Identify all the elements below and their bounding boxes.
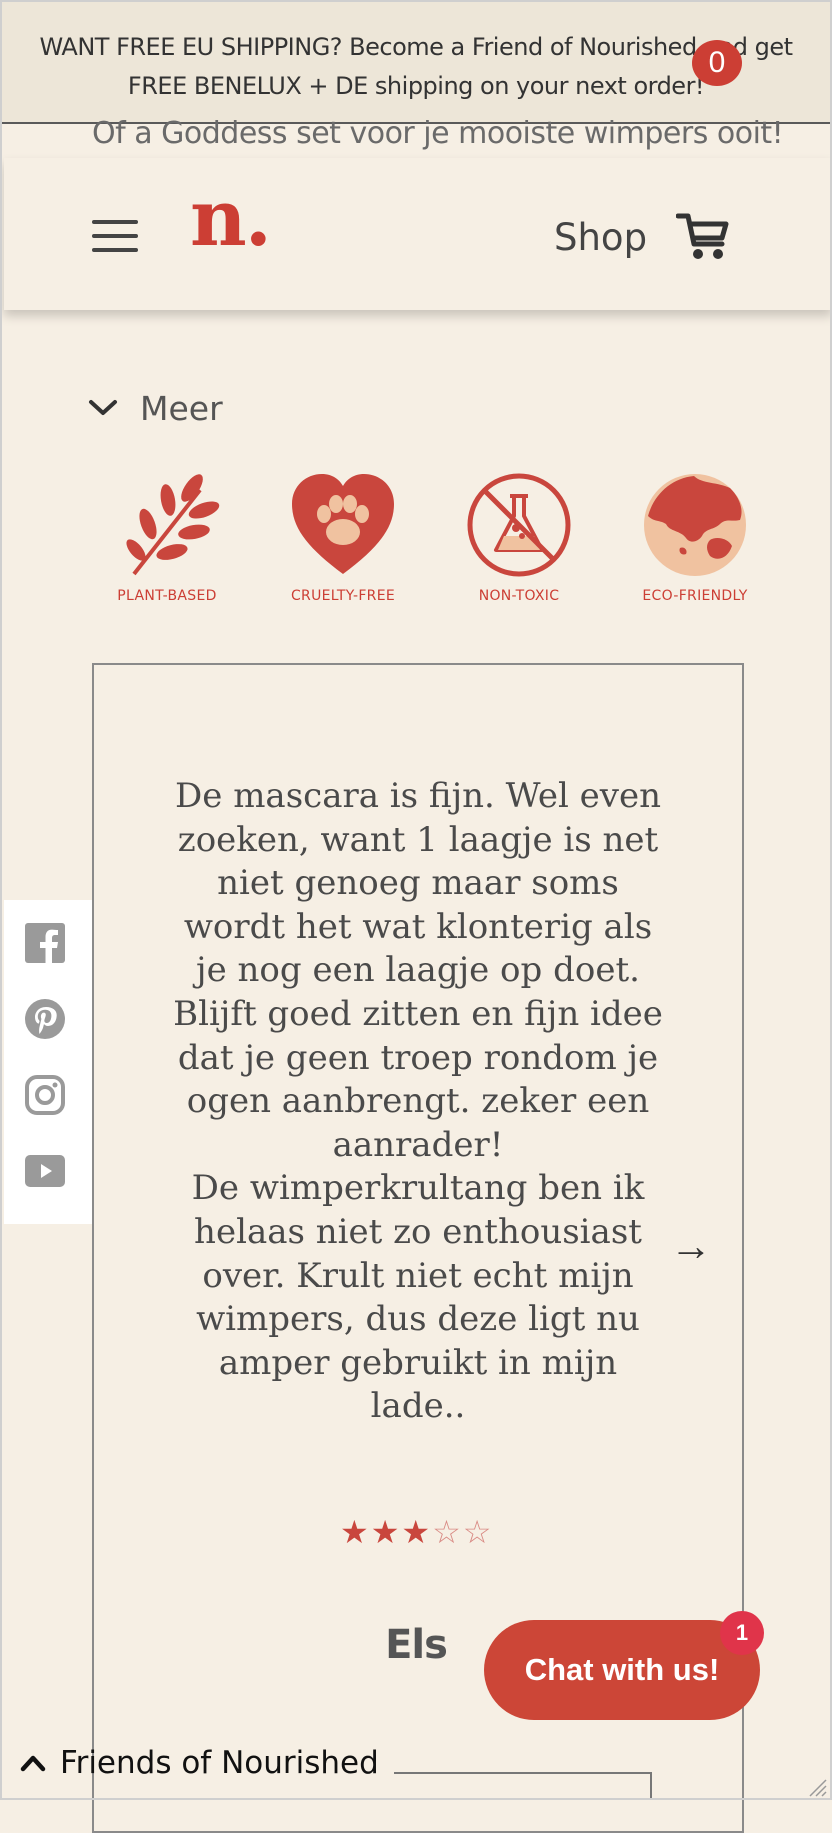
star-filled-icon: ★ [340,1514,369,1550]
announcement-text: WANT FREE EU SHIPPING? Become a Friend o… [39,33,793,100]
cart-count-badge: 0 [692,40,742,86]
cart-icon[interactable] [676,210,732,262]
badge-plant-based: PLANT-BASED [92,470,242,604]
product-badges: PLANT-BASED CRUELTY-FREE NON-TOXIC ECO-F… [88,470,748,620]
facebook-icon[interactable] [24,922,66,964]
friends-label: Friends of Nourished [60,1745,379,1781]
pinterest-icon[interactable] [24,998,66,1040]
site-logo[interactable]: n. [190,180,272,258]
badge-cruelty-free: CRUELTY-FREE [268,470,418,604]
resize-handle-icon[interactable] [806,1776,828,1798]
globe-icon [644,474,746,576]
friends-of-nourished-tab[interactable]: Friends of Nourished [20,1740,379,1786]
star-filled-icon: ★ [370,1514,400,1550]
star-empty-icon: ☆ [432,1514,461,1550]
badge-non-toxic: NON-TOXIC [444,470,594,604]
badge-label: ECO-FRIENDLY [642,588,748,604]
chat-notification-badge: 1 [720,1611,764,1655]
review-rating: ★ ★ ★ ☆ ☆ [340,1516,491,1548]
badge-label: NON-TOXIC [478,588,560,604]
instagram-icon[interactable] [24,1074,66,1116]
badge-label: PLANT-BASED [117,588,217,604]
hero-subtitle-text: Of a Goddess set voor je mooiste wimpers… [92,116,784,151]
badge-label: CRUELTY-FREE [290,588,396,604]
divider [394,1772,652,1774]
heart-paw-icon [292,474,394,574]
chat-button[interactable]: Chat with us! [484,1620,760,1720]
divider [650,1772,652,1800]
chevron-down-icon [89,400,117,415]
site-header: n. Shop [4,158,832,310]
menu-icon[interactable] [92,218,140,254]
social-sidebar [4,900,92,1224]
star-filled-icon: ★ [401,1514,431,1550]
badge-eco-friendly: ECO-FRIENDLY [620,470,770,604]
meer-label: Meer [140,388,223,428]
youtube-icon[interactable] [24,1150,66,1192]
chevron-up-icon [20,1755,46,1772]
no-flask-icon [467,473,571,577]
meer-toggle[interactable]: Meer [88,388,223,428]
shop-link[interactable]: Shop [554,216,647,259]
review-text: De mascara is fijn. Wel even zoeken, wan… [173,776,663,1427]
star-empty-icon: ☆ [462,1514,492,1550]
next-review-arrow[interactable]: → [670,1222,712,1270]
leaf-branch-icon [126,474,220,576]
